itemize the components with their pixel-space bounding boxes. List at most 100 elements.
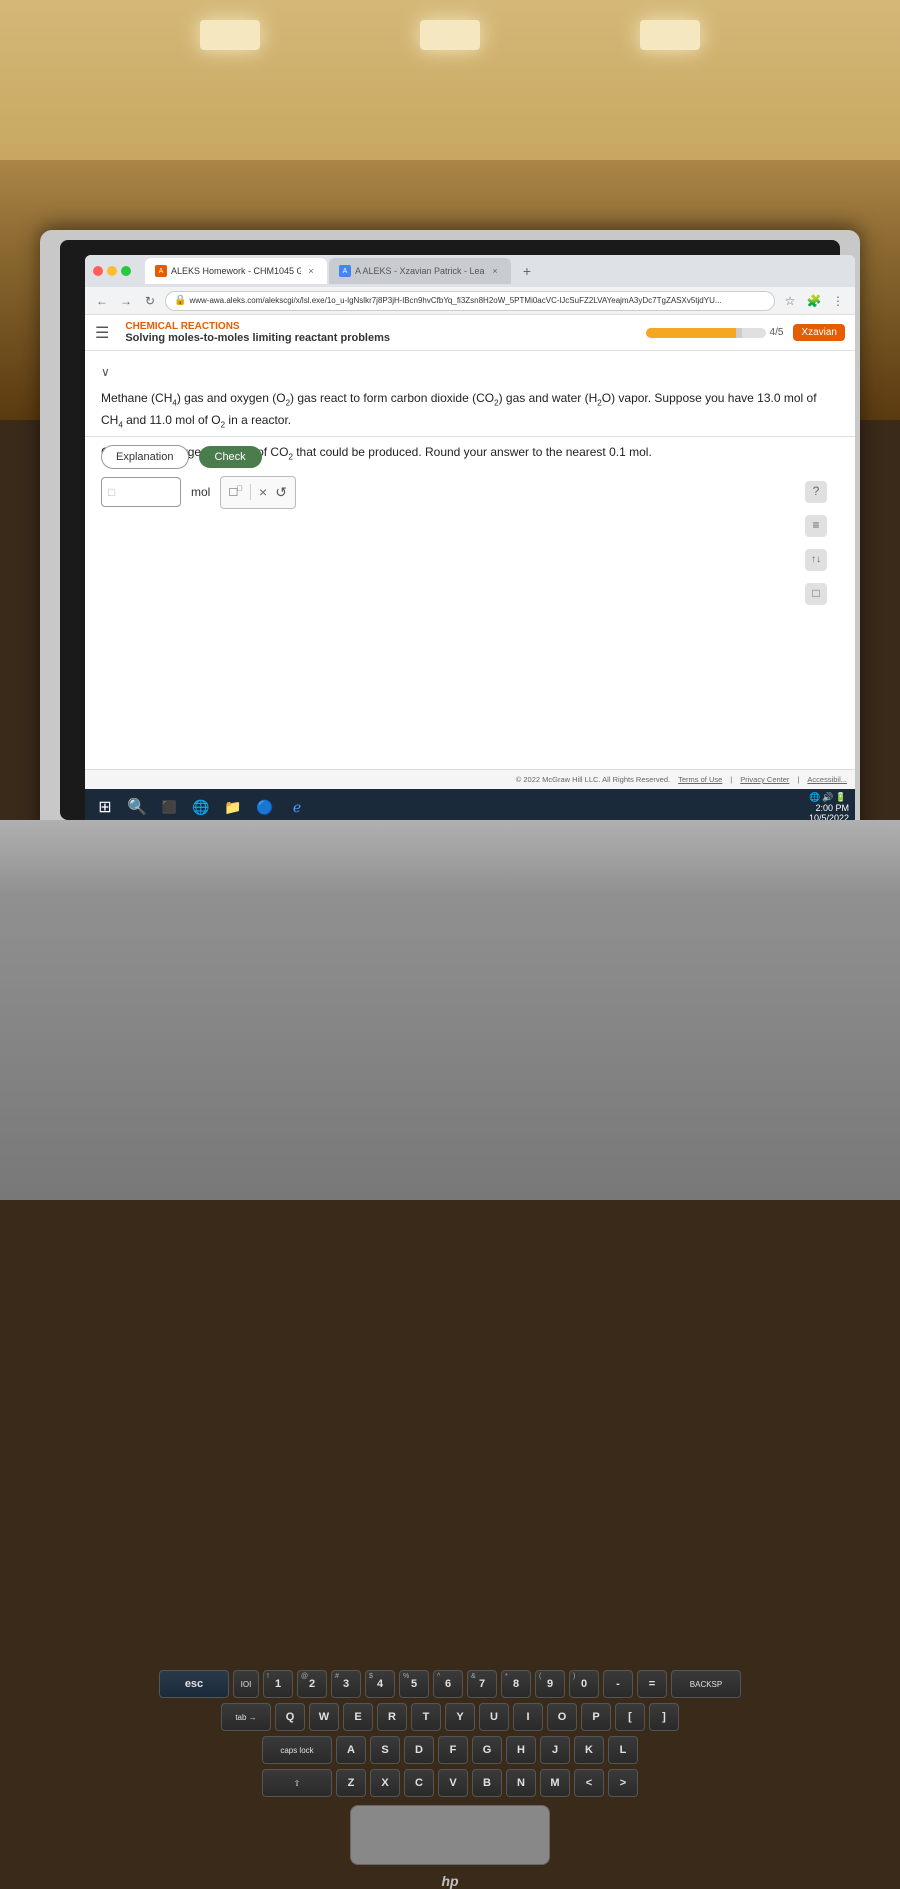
explanation-button[interactable]: Explanation <box>101 445 189 469</box>
key-u[interactable]: U <box>479 1703 509 1731</box>
start-button[interactable]: ⊞ <box>91 793 119 821</box>
key-f1[interactable]: IOI <box>233 1670 259 1698</box>
new-tab-button[interactable]: + <box>517 261 537 281</box>
search-taskbar[interactable]: 🔍 <box>123 793 151 821</box>
privacy-link[interactable]: Privacy Center <box>740 775 789 784</box>
key-3[interactable]: #3 <box>331 1670 361 1698</box>
key-lbracket[interactable]: [ <box>615 1703 645 1731</box>
window-close-btn[interactable] <box>93 266 103 276</box>
accessibility-link[interactable]: Accessibil... <box>807 775 847 784</box>
tab-aleks-learn[interactable]: A A ALEKS - Xzavian Patrick - Learn × <box>329 258 511 284</box>
key-l[interactable]: L <box>608 1736 638 1764</box>
key-capslock[interactable]: caps lock <box>262 1736 332 1764</box>
key-8[interactable]: *8 <box>501 1670 531 1698</box>
key-c[interactable]: C <box>404 1769 434 1797</box>
key-v[interactable]: V <box>438 1769 468 1797</box>
system-tray: 🌐 🔊 🔋 2:00 PM 10/5/2022 <box>809 792 849 823</box>
key-shift-left[interactable]: ⇧ <box>262 1769 332 1797</box>
key-s[interactable]: S <box>370 1736 400 1764</box>
key-minus[interactable]: - <box>603 1670 633 1698</box>
key-1[interactable]: !1 <box>263 1670 293 1698</box>
key-x[interactable]: X <box>370 1769 400 1797</box>
key-q[interactable]: Q <box>275 1703 305 1731</box>
key-d[interactable]: D <box>404 1736 434 1764</box>
key-b[interactable]: B <box>472 1769 502 1797</box>
check-button[interactable]: Check <box>199 446 262 468</box>
superscript-icon[interactable]: □□ <box>229 482 242 503</box>
edge-browser[interactable]: 🌐 <box>187 793 215 821</box>
expand-chevron[interactable]: ∨ <box>101 363 839 382</box>
task-view[interactable]: ⬛ <box>155 793 183 821</box>
key-2[interactable]: @2 <box>297 1670 327 1698</box>
clear-button[interactable]: × <box>259 481 267 503</box>
key-9[interactable]: (9 <box>535 1670 565 1698</box>
key-7[interactable]: &7 <box>467 1670 497 1698</box>
forward-button[interactable]: → <box>117 292 135 310</box>
key-n[interactable]: N <box>506 1769 536 1797</box>
key-t[interactable]: T <box>411 1703 441 1731</box>
bookmark-button[interactable]: ☆ <box>781 292 799 310</box>
url-bar[interactable]: 🔒 www-awa.aleks.com/alekscgi/x/lsl.exe/1… <box>165 291 775 311</box>
key-5[interactable]: %5 <box>399 1670 429 1698</box>
key-backspace[interactable]: BACKSP <box>671 1670 741 1698</box>
key-w[interactable]: W <box>309 1703 339 1731</box>
hamburger-menu[interactable]: ☰ <box>95 323 109 343</box>
key-f[interactable]: F <box>438 1736 468 1764</box>
key-equals[interactable]: = <box>637 1670 667 1698</box>
keyboard-row-4: ⇧ Z X C V B N M < > <box>40 1769 860 1797</box>
key-y[interactable]: Y <box>445 1703 475 1731</box>
chrome-taskbar[interactable]: 🔵 <box>251 793 279 821</box>
key-k[interactable]: K <box>574 1736 604 1764</box>
key-period[interactable]: > <box>608 1769 638 1797</box>
problem-text: Methane (CH4) gas and oxygen (O2) gas re… <box>101 388 839 432</box>
key-h[interactable]: H <box>506 1736 536 1764</box>
key-tab[interactable]: tab → <box>221 1703 271 1731</box>
notes-icon[interactable]: ≡ <box>805 515 827 537</box>
key-z[interactable]: Z <box>336 1769 366 1797</box>
undo-button[interactable]: ↺ <box>275 481 287 503</box>
key-o[interactable]: O <box>547 1703 577 1731</box>
key-a[interactable]: A <box>336 1736 366 1764</box>
copyright-bar: © 2022 McGraw Hill LLC. All Rights Reser… <box>85 769 855 789</box>
calculator-icon[interactable]: □ <box>805 583 827 605</box>
tray-icons: 🌐 🔊 🔋 <box>809 792 849 803</box>
ceiling-light-1 <box>200 20 260 50</box>
separator-1: | <box>730 775 732 784</box>
key-i[interactable]: I <box>513 1703 543 1731</box>
tab-aleks-homework[interactable]: A ALEKS Homework - CHM1045 G... × <box>145 258 327 284</box>
key-j[interactable]: J <box>540 1736 570 1764</box>
window-minimize-btn[interactable] <box>107 266 117 276</box>
taskbar-time: 2:00 PM <box>809 803 849 813</box>
key-esc[interactable]: esc <box>159 1670 229 1698</box>
refresh-button[interactable]: ↻ <box>141 292 159 310</box>
key-6[interactable]: ^6 <box>433 1670 463 1698</box>
keyboard-row-3: caps lock A S D F G H J K L <box>40 1736 860 1764</box>
ceiling-light-3 <box>640 20 700 50</box>
keyboard-row-2: tab → Q W E R T Y U I O P [ ] <box>40 1703 860 1731</box>
key-g[interactable]: G <box>472 1736 502 1764</box>
key-e[interactable]: E <box>343 1703 373 1731</box>
window-maximize-btn[interactable] <box>121 266 131 276</box>
back-button[interactable]: ← <box>93 292 111 310</box>
extensions-button[interactable]: 🧩 <box>805 292 823 310</box>
terms-link[interactable]: Terms of Use <box>678 775 722 784</box>
touchpad[interactable] <box>350 1805 550 1865</box>
tab-close-2[interactable]: × <box>489 265 501 277</box>
key-4[interactable]: $4 <box>365 1670 395 1698</box>
file-explorer[interactable]: 📁 <box>219 793 247 821</box>
key-p[interactable]: P <box>581 1703 611 1731</box>
tab-close-1[interactable]: × <box>305 265 317 277</box>
menu-button[interactable]: ⋮ <box>829 292 847 310</box>
key-0[interactable]: )0 <box>569 1670 599 1698</box>
key-rbracket[interactable]: ] <box>649 1703 679 1731</box>
key-r[interactable]: R <box>377 1703 407 1731</box>
edge-taskbar[interactable]: ℯ <box>283 793 311 821</box>
answer-input[interactable]: □ <box>101 477 181 507</box>
key-m[interactable]: M <box>540 1769 570 1797</box>
graph-icon[interactable]: ↑↓ <box>805 549 827 571</box>
user-button[interactable]: Xzavian <box>793 324 845 341</box>
key-comma[interactable]: < <box>574 1769 604 1797</box>
tab-favicon-aleks: A <box>155 265 167 277</box>
help-icon[interactable]: ? <box>805 481 827 503</box>
tray-volume: 🔊 <box>822 792 833 803</box>
